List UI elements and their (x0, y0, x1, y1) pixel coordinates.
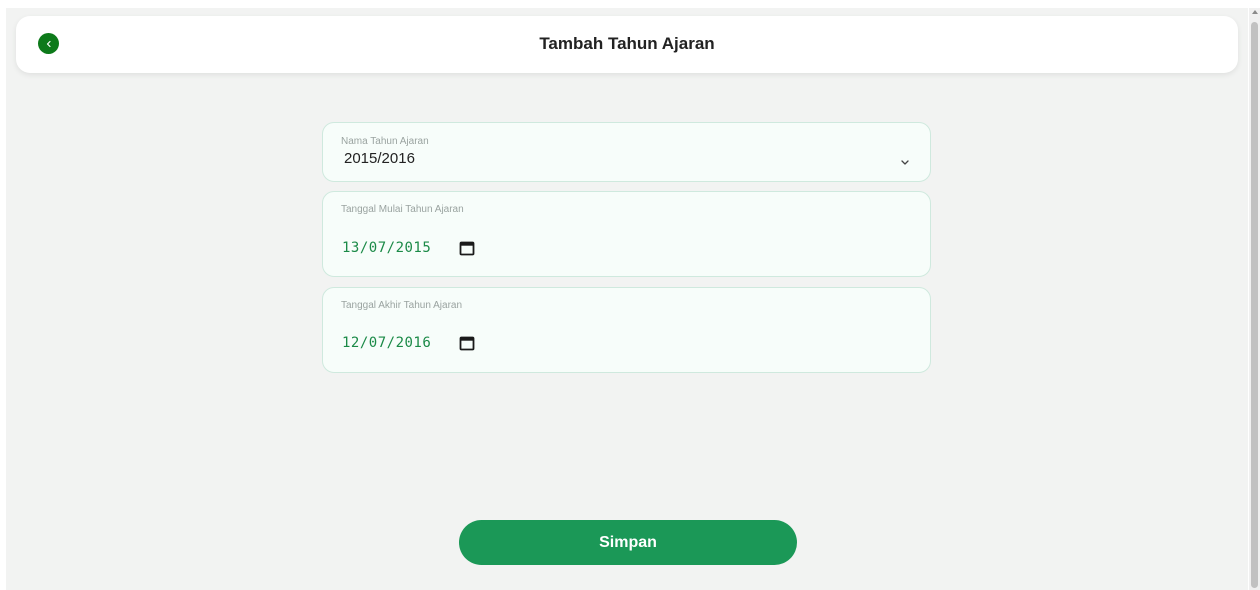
start-date-field[interactable]: Tanggal Mulai Tahun Ajaran 13/07/2015 (322, 191, 931, 277)
start-date-input[interactable]: 13/07/2015 (342, 240, 431, 256)
end-date-field[interactable]: Tanggal Akhir Tahun Ajaran 12/07/2016 (322, 287, 931, 373)
app-window: Tambah Tahun Ajaran Nama Tahun Ajaran 20… (6, 8, 1248, 590)
page-title: Tambah Tahun Ajaran (539, 34, 715, 53)
scroll-up-arrow-icon[interactable] (1252, 10, 1258, 14)
chevron-down-icon[interactable] (900, 153, 910, 171)
calendar-icon[interactable] (459, 335, 475, 356)
save-button[interactable]: Simpan (459, 520, 797, 565)
start-date-label: Tanggal Mulai Tahun Ajaran (341, 204, 464, 215)
end-date-label: Tanggal Akhir Tahun Ajaran (341, 300, 463, 311)
calendar-icon[interactable] (459, 240, 475, 261)
scrollbar-thumb[interactable] (1251, 22, 1258, 588)
vertical-scrollbar[interactable] (1249, 8, 1260, 590)
header-bar: Tambah Tahun Ajaran (16, 16, 1238, 73)
end-date-input[interactable]: 12/07/2016 (342, 335, 431, 351)
academic-year-value: 2015/2016 (344, 150, 415, 167)
academic-year-select[interactable]: Nama Tahun Ajaran 2015/2016 (322, 122, 931, 182)
academic-year-label: Nama Tahun Ajaran (341, 136, 429, 147)
